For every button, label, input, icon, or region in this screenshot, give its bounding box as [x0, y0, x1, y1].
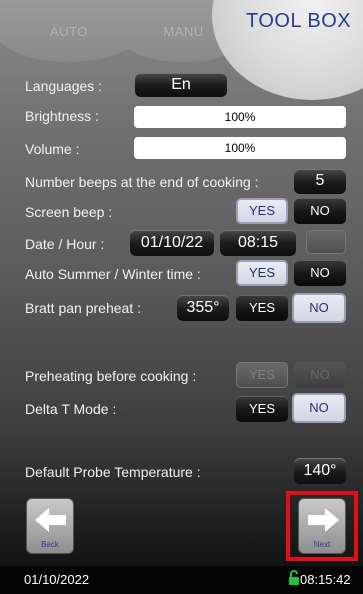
preheating-yes-button[interactable]: YES — [236, 362, 288, 388]
time-field[interactable]: 08:15 — [220, 230, 296, 256]
delta-t-label: Delta T Mode : — [25, 401, 117, 417]
auto-summer-label: Auto Summer / Winter time : — [25, 266, 201, 282]
beeps-label: Number beeps at the end of cooking : — [25, 174, 259, 190]
delta-t-yes-button[interactable]: YES — [236, 396, 288, 422]
preheating-label: Preheating before cooking : — [25, 368, 197, 384]
screen-beep-no-button[interactable]: NO — [294, 198, 346, 224]
date-hour-label: Date / Hour : — [25, 236, 105, 252]
bratt-pan-temp[interactable]: 355° — [177, 295, 229, 321]
bratt-pan-yes-button[interactable]: YES — [236, 295, 288, 321]
date-hour-toggle[interactable] — [306, 230, 346, 254]
languages-select[interactable]: En — [135, 73, 227, 97]
brightness-label: Brightness : — [25, 108, 99, 124]
screen-beep-yes-button[interactable]: YES — [236, 198, 288, 224]
next-button-label: Next — [313, 540, 331, 549]
beeps-value[interactable]: 5 — [294, 169, 346, 194]
languages-label: Languages : — [25, 78, 103, 94]
toolbox-screen: AUTO MANU TOOL BOX Languages : En Bright… — [0, 0, 363, 594]
next-button[interactable]: Next — [298, 498, 346, 554]
auto-summer-no-button[interactable]: NO — [294, 260, 346, 286]
auto-summer-yes-button[interactable]: YES — [236, 260, 288, 286]
back-button-label: Back — [41, 540, 59, 549]
probe-label: Default Probe Temperature : — [25, 464, 201, 480]
preheating-no-button[interactable]: NO — [294, 362, 346, 388]
bratt-pan-no-button[interactable]: NO — [292, 293, 346, 323]
unlock-icon[interactable] — [288, 570, 300, 586]
tab-manu-label: MANU — [163, 24, 204, 39]
tab-auto-label: AUTO — [50, 24, 88, 39]
screen-beep-label: Screen beep : — [25, 204, 113, 220]
status-time: 08:15:42 — [300, 572, 351, 587]
delta-t-no-button[interactable]: NO — [292, 393, 346, 423]
status-date: 01/10/2022 — [24, 572, 90, 587]
volume-label: Volume : — [25, 141, 80, 157]
volume-field[interactable]: 100% — [134, 137, 346, 159]
bratt-pan-label: Bratt pan preheat : — [25, 300, 141, 316]
arrow-right-icon — [308, 508, 339, 532]
brightness-field[interactable]: 100% — [134, 106, 346, 128]
date-field[interactable]: 01/10/22 — [130, 230, 214, 256]
back-button[interactable]: Back — [26, 498, 74, 554]
tab-toolbox-label: TOOL BOX — [246, 10, 352, 32]
probe-temp[interactable]: 140° — [294, 458, 346, 484]
arrow-left-icon — [35, 508, 66, 532]
